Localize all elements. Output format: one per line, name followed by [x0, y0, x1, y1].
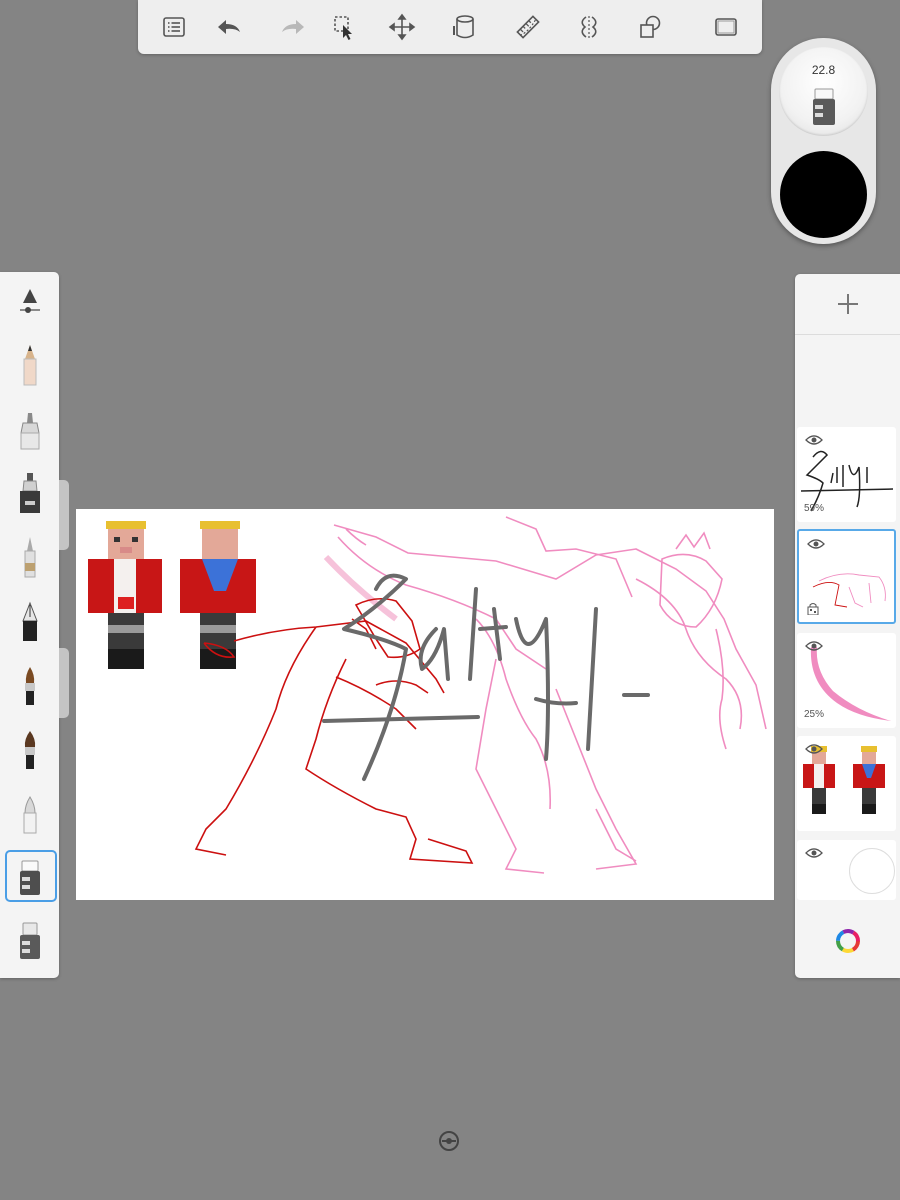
background-color-swatch[interactable] — [849, 848, 895, 894]
paint-pen-brush[interactable] — [0, 464, 59, 522]
eye-icon[interactable] — [807, 538, 825, 550]
color-wheel-icon — [835, 929, 860, 953]
eye-icon[interactable] — [805, 640, 823, 652]
brush-puck[interactable]: 22.8 — [771, 38, 876, 244]
fullscreen-icon[interactable] — [708, 9, 744, 45]
marker-icon — [19, 413, 40, 450]
undo-icon[interactable] — [211, 9, 247, 45]
current-color-swatch[interactable] — [780, 151, 867, 238]
layer-opacity: 59% — [804, 503, 825, 514]
eye-icon[interactable] — [805, 743, 823, 755]
plus-icon — [837, 294, 858, 314]
eye-icon[interactable] — [805, 847, 823, 859]
red-sketch — [194, 597, 474, 864]
brush-palette — [0, 272, 59, 978]
layer-signature[interactable]: 59% — [797, 427, 896, 522]
palette-handle-lower[interactable] — [59, 648, 69, 718]
selected-brush-highlight — [5, 850, 57, 902]
marker-brush[interactable] — [0, 400, 59, 458]
paintbrush-icon — [24, 667, 35, 705]
layer-opacity: 25% — [804, 709, 825, 720]
smudge-brush[interactable] — [0, 784, 59, 842]
ballpoint-brush[interactable] — [0, 528, 59, 586]
brush-size-control[interactable]: 22.8 — [779, 47, 868, 136]
selection-icon[interactable] — [326, 9, 362, 45]
paint-pen-icon — [19, 473, 40, 513]
palette-handle-upper[interactable] — [59, 480, 69, 550]
layer-skins[interactable] — [797, 736, 896, 831]
layer-background[interactable] — [797, 840, 896, 900]
ballpoint-icon — [24, 537, 35, 578]
brush-properties-button[interactable] — [0, 272, 59, 330]
fountain-pen-icon — [21, 601, 38, 641]
pencil-icon — [23, 345, 36, 386]
color-wheel-button[interactable] — [795, 904, 900, 978]
soft-eraser-icon — [19, 922, 40, 959]
drawing-canvas[interactable] — [76, 509, 774, 900]
airbrush-brush[interactable] — [0, 720, 59, 778]
redo-icon[interactable] — [275, 9, 311, 45]
top-toolbar — [138, 0, 762, 54]
airbrush-icon — [24, 731, 35, 769]
fill-bucket-icon[interactable] — [446, 9, 482, 45]
pink-sketch — [333, 516, 767, 874]
lock-transparency-icon[interactable] — [807, 603, 819, 615]
fountain-pen-brush[interactable] — [0, 592, 59, 650]
pencil-brush[interactable] — [0, 336, 59, 394]
add-layer-button[interactable] — [795, 274, 900, 335]
brush-properties-icon — [19, 289, 40, 313]
skin-front-figure — [88, 521, 162, 669]
transform-move-icon[interactable] — [384, 9, 420, 45]
pink-soft-stroke — [323, 554, 398, 622]
skin-back-figure — [180, 521, 256, 669]
rotate-reset-icon[interactable] — [438, 1130, 460, 1152]
list-menu-icon[interactable] — [156, 9, 192, 45]
smudge-icon — [23, 796, 36, 834]
canvas-artwork — [88, 516, 767, 874]
eye-icon[interactable] — [805, 434, 823, 446]
paintbrush-brush[interactable] — [0, 656, 59, 714]
layers-panel: 59% 25% — [795, 274, 900, 978]
layer-sketch[interactable] — [797, 529, 896, 624]
ruler-icon[interactable] — [510, 9, 546, 45]
eraser-icon — [813, 88, 835, 125]
symmetry-icon[interactable] — [571, 9, 607, 45]
brush-size-value: 22.8 — [811, 63, 836, 77]
shapes-icon[interactable] — [632, 9, 668, 45]
eraser-brush[interactable] — [0, 848, 59, 906]
gray-signature — [322, 573, 650, 781]
layer-stroke[interactable]: 25% — [797, 633, 896, 728]
soft-eraser-brush[interactable] — [0, 912, 59, 970]
